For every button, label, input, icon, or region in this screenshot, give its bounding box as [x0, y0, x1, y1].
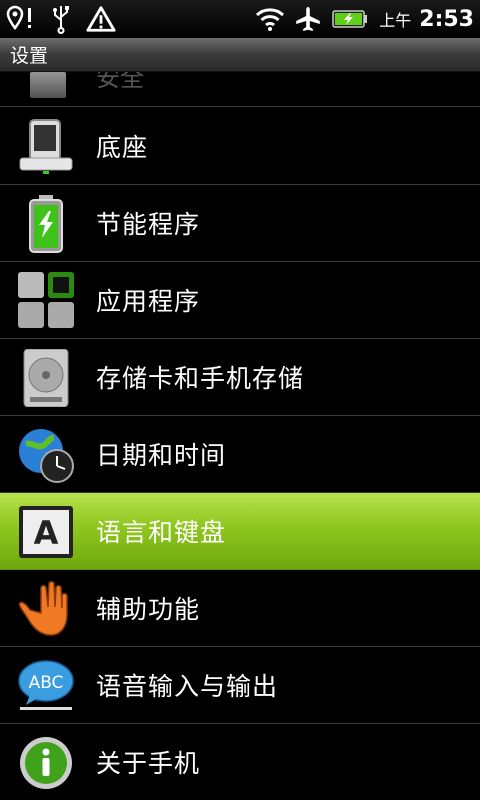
date-time-icon: [16, 426, 76, 484]
settings-item-label: 语言和键盘: [96, 518, 227, 547]
settings-item-label: 应用程序: [96, 287, 201, 316]
voice-io-icon: ABC: [16, 657, 76, 715]
settings-item-label: 日期和时间: [96, 441, 227, 470]
settings-item-voice-io[interactable]: ABC 语音输入与输出: [0, 647, 480, 724]
wifi-icon: [255, 4, 285, 34]
settings-item-accessibility[interactable]: 辅助功能: [0, 570, 480, 647]
settings-item-battery-saver[interactable]: 节能程序: [0, 185, 480, 262]
status-bar-ampm: 上午: [379, 11, 412, 30]
airplane-icon: [293, 4, 323, 34]
usb-icon: [46, 4, 76, 34]
settings-item-about[interactable]: 关于手机: [0, 724, 480, 800]
settings-item-label: 辅助功能: [96, 595, 201, 624]
location-alert-icon: [6, 4, 36, 34]
storage-icon: [16, 349, 76, 407]
page-title: 设置: [0, 38, 480, 72]
settings-item-security-partial[interactable]: 安全: [0, 72, 480, 107]
settings-list[interactable]: 安全 底座 节能程序 应用程序 存储卡和手机存储 日期和时间 A 语言和键盘 辅…: [0, 72, 480, 800]
settings-item-label: 存储卡和手机存储: [96, 364, 305, 393]
about-icon: [16, 734, 76, 792]
settings-item-language-keyboard[interactable]: A 语言和键盘: [0, 493, 480, 570]
status-bar-time: 2:53: [419, 6, 474, 32]
svg-text:ABC: ABC: [29, 673, 64, 693]
applications-icon: [16, 272, 76, 330]
settings-item-label: 关于手机: [96, 749, 201, 778]
settings-item-label: 底座: [96, 133, 149, 162]
status-bar-notifications: [6, 4, 116, 34]
status-bar: 上午 2:53: [0, 0, 480, 38]
keyboard-icon: A: [16, 503, 76, 561]
settings-item-date-time[interactable]: 日期和时间: [0, 416, 480, 493]
status-bar-system: 上午 2:53: [255, 4, 474, 34]
svg-text:A: A: [34, 514, 59, 552]
accessibility-icon: [16, 580, 76, 638]
settings-item-label: 语音输入与输出: [96, 672, 279, 701]
settings-item-label: 安全: [96, 72, 144, 92]
dock-icon: [16, 118, 76, 176]
settings-item-storage[interactable]: 存储卡和手机存储: [0, 339, 480, 416]
battery-saver-icon: [16, 195, 76, 253]
settings-item-label: 节能程序: [96, 210, 201, 239]
security-icon: [30, 72, 66, 98]
settings-item-applications[interactable]: 应用程序: [0, 262, 480, 339]
warning-icon: [86, 4, 116, 34]
battery-charging-icon: [331, 4, 369, 34]
settings-item-dock[interactable]: 底座: [0, 108, 480, 185]
